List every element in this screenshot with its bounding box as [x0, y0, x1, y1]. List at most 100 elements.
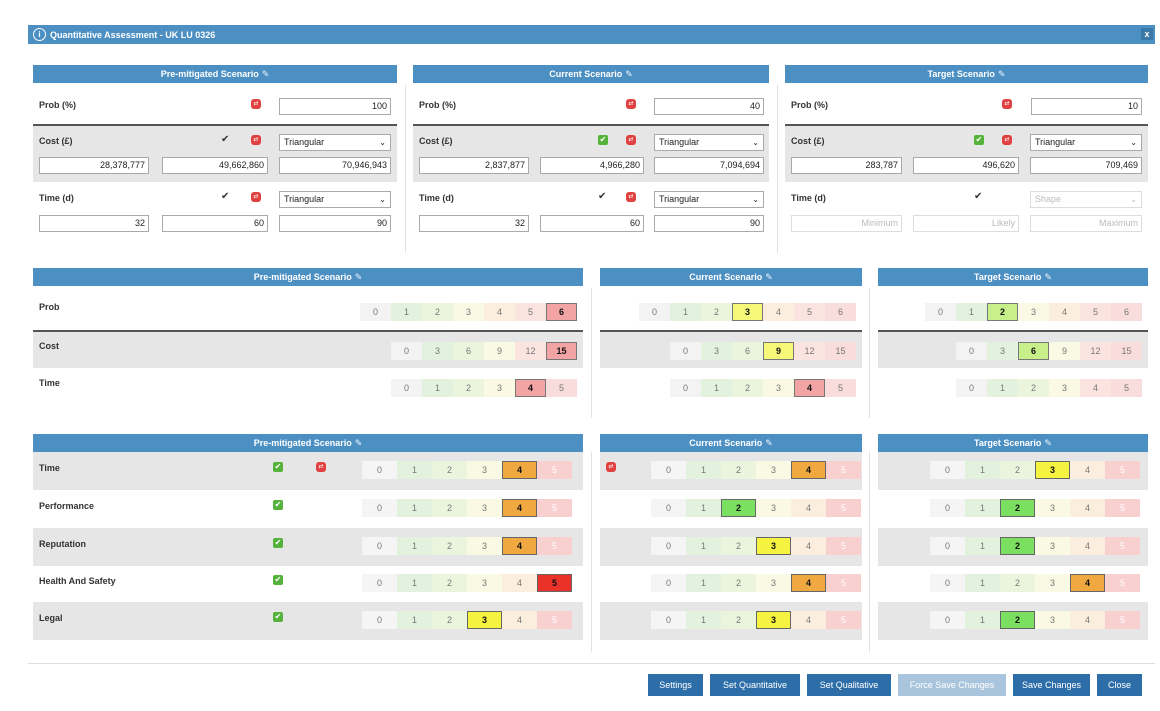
score-cell[interactable]: 3	[467, 611, 502, 629]
score-cell[interactable]: 4	[791, 537, 826, 555]
score-cell[interactable]: 2	[1000, 461, 1035, 479]
score-cell[interactable]: 3	[467, 537, 502, 555]
score-cell[interactable]: 2	[721, 611, 756, 629]
score-cell[interactable]: 15	[825, 342, 856, 360]
lock-toggle-icon[interactable]: ⇄	[251, 192, 261, 202]
score-cell[interactable]: 4	[791, 461, 826, 479]
score-cell[interactable]: 5	[537, 461, 572, 479]
score-cell[interactable]: 5	[1105, 611, 1140, 629]
score-cell[interactable]: 3	[453, 303, 484, 321]
time-shape-select[interactable]: Triangular ⌄	[654, 191, 764, 208]
score-cell[interactable]: 3	[484, 379, 515, 397]
score-cell[interactable]: 3	[1018, 303, 1049, 321]
cost-input[interactable]: 709,469	[1030, 157, 1142, 174]
score-cell[interactable]: 3	[987, 342, 1018, 360]
score-cell[interactable]: 0	[925, 303, 956, 321]
score-cell[interactable]: 3	[756, 537, 791, 555]
score-cell[interactable]: 6	[1018, 342, 1049, 360]
score-cell[interactable]: 1	[965, 611, 1000, 629]
score-cell[interactable]: 0	[651, 537, 686, 555]
cost-input[interactable]: 283,787	[791, 157, 902, 174]
lock-toggle-icon[interactable]: ⇄	[1002, 99, 1012, 109]
score-cell[interactable]: 4	[1070, 611, 1105, 629]
cost-shape-select[interactable]: Triangular ⌄	[654, 134, 764, 151]
prob-input[interactable]: 10	[1031, 98, 1142, 115]
score-cell[interactable]: 5	[1105, 499, 1140, 517]
score-cell[interactable]: 12	[1080, 342, 1111, 360]
score-cell[interactable]: 3	[756, 574, 791, 592]
time-shape-select[interactable]: Shape ⌄	[1030, 191, 1142, 208]
score-cell[interactable]: 0	[651, 461, 686, 479]
score-cell[interactable]: 15	[1111, 342, 1142, 360]
edit-icon[interactable]: ✎	[625, 69, 633, 79]
score-cell[interactable]: 0	[670, 379, 701, 397]
score-cell[interactable]: 2	[721, 461, 756, 479]
score-cell[interactable]: 4	[502, 537, 537, 555]
score-cell[interactable]: 5	[537, 611, 572, 629]
score-cell[interactable]: 5	[826, 537, 861, 555]
score-cell[interactable]: 5	[794, 303, 825, 321]
cost-input[interactable]: 49,662,860	[162, 157, 268, 174]
score-cell[interactable]: 5	[1080, 303, 1111, 321]
score-cell[interactable]: 0	[362, 574, 397, 592]
score-cell[interactable]: 2	[432, 574, 467, 592]
check-icon[interactable]: ✔	[273, 462, 283, 472]
score-cell[interactable]: 6	[825, 303, 856, 321]
cost-input[interactable]: 28,378,777	[39, 157, 149, 174]
score-cell[interactable]: 2	[1000, 499, 1035, 517]
lock-toggle-icon[interactable]: ⇄	[316, 462, 326, 472]
score-cell[interactable]: 3	[467, 499, 502, 517]
score-cell[interactable]: 4	[502, 574, 537, 592]
score-cell[interactable]: 2	[432, 537, 467, 555]
score-cell[interactable]: 4	[484, 303, 515, 321]
set-quantitative-button[interactable]: Set Quantitative	[710, 674, 800, 696]
score-cell[interactable]: 2	[1000, 611, 1035, 629]
score-cell[interactable]: 0	[360, 303, 391, 321]
score-cell[interactable]: 3	[1035, 574, 1070, 592]
save-changes-button[interactable]: Save Changes	[1013, 674, 1090, 696]
edit-icon[interactable]: ✎	[1044, 272, 1052, 282]
score-cell[interactable]: 1	[686, 574, 721, 592]
score-cell[interactable]: 0	[362, 611, 397, 629]
score-cell[interactable]: 0	[930, 574, 965, 592]
time-input[interactable]: 32	[419, 215, 529, 232]
time-shape-select[interactable]: Triangular ⌄	[279, 191, 391, 208]
time-input[interactable]: Likely	[913, 215, 1019, 232]
score-cell[interactable]: 6	[1111, 303, 1142, 321]
score-cell[interactable]: 1	[686, 499, 721, 517]
score-cell[interactable]: 4	[791, 574, 826, 592]
edit-icon[interactable]: ✎	[998, 69, 1006, 79]
score-cell[interactable]: 0	[956, 379, 987, 397]
score-cell[interactable]: 5	[546, 379, 577, 397]
score-cell[interactable]: 1	[965, 461, 1000, 479]
score-cell[interactable]: 0	[362, 499, 397, 517]
cost-input[interactable]: 70,946,943	[279, 157, 391, 174]
score-cell[interactable]: 1	[965, 574, 1000, 592]
score-cell[interactable]: 2	[1000, 574, 1035, 592]
score-cell[interactable]: 5	[826, 574, 861, 592]
lock-toggle-icon[interactable]: ⇄	[626, 135, 636, 145]
close-icon[interactable]: x	[1141, 28, 1153, 40]
score-cell[interactable]: 5	[1111, 379, 1142, 397]
score-cell[interactable]: 4	[502, 461, 537, 479]
check-icon[interactable]: ✔	[273, 538, 283, 548]
score-cell[interactable]: 4	[1070, 461, 1105, 479]
score-cell[interactable]: 3	[467, 574, 502, 592]
score-cell[interactable]: 5	[537, 574, 572, 592]
score-cell[interactable]: 0	[651, 574, 686, 592]
lock-toggle-icon[interactable]: ⇄	[1002, 135, 1012, 145]
score-cell[interactable]: 0	[956, 342, 987, 360]
cost-input[interactable]: 7,094,694	[654, 157, 764, 174]
score-cell[interactable]: 2	[1018, 379, 1049, 397]
score-cell[interactable]: 2	[721, 499, 756, 517]
score-cell[interactable]: 1	[397, 461, 432, 479]
score-cell[interactable]: 4	[791, 499, 826, 517]
score-cell[interactable]: 12	[794, 342, 825, 360]
score-cell[interactable]: 0	[651, 499, 686, 517]
set-qualitative-button[interactable]: Set Qualitative	[807, 674, 891, 696]
score-cell[interactable]: 2	[422, 303, 453, 321]
score-cell[interactable]: 3	[756, 499, 791, 517]
score-cell[interactable]: 0	[651, 611, 686, 629]
score-cell[interactable]: 5	[826, 611, 861, 629]
score-cell[interactable]: 5	[537, 499, 572, 517]
